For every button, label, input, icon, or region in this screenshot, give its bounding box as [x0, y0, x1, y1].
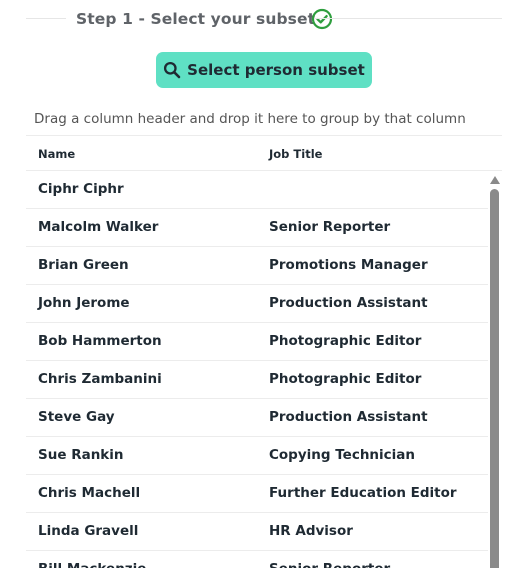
table-row[interactable]: Sue Rankin Copying Technician [26, 437, 488, 475]
table-row[interactable]: Ciphr Ciphr [26, 171, 488, 209]
cell-name: Ciphr Ciphr [38, 181, 124, 197]
cell-job-title: Photographic Editor [269, 333, 422, 349]
cell-name: Linda Gravell [38, 523, 139, 539]
column-header-job-title[interactable]: Job Title [269, 147, 322, 161]
cell-job-title: Promotions Manager [269, 257, 428, 273]
cell-name: Steve Gay [38, 409, 115, 425]
table-row[interactable]: Malcolm Walker Senior Reporter [26, 209, 488, 247]
table-row[interactable]: John Jerome Production Assistant [26, 285, 488, 323]
step-header: Step 1 - Select your subset [26, 0, 502, 42]
person-grid: Name Job Title Ciphr Ciphr Malcolm Walker… [26, 137, 502, 568]
column-header-name[interactable]: Name [38, 147, 75, 161]
grid-header: Name Job Title [26, 137, 502, 171]
cell-name: Sue Rankin [38, 447, 124, 463]
cell-job-title: Photographic Editor [269, 371, 422, 387]
table-row[interactable]: Bob Hammerton Photographic Editor [26, 323, 488, 361]
cell-name: Malcolm Walker [38, 219, 159, 235]
cell-name: Chris Zambanini [38, 371, 162, 387]
cell-job-title: Further Education Editor [269, 485, 457, 501]
cell-job-title: Production Assistant [269, 409, 428, 425]
check-circle-icon [311, 8, 333, 30]
divider [314, 18, 502, 19]
cell-job-title: HR Advisor [269, 523, 353, 539]
cell-job-title: Senior Reporter [269, 219, 391, 235]
select-button-label: Select person subset [187, 61, 365, 79]
table-row[interactable]: Steve Gay Production Assistant [26, 399, 488, 437]
table-row[interactable]: Chris Zambanini Photographic Editor [26, 361, 488, 399]
scrollbar-thumb[interactable] [490, 189, 499, 568]
table-row[interactable]: Bill Mackenzie Senior Reporter [26, 551, 488, 568]
table-row[interactable]: Linda Gravell HR Advisor [26, 513, 488, 551]
group-by-drop-zone[interactable]: Drag a column header and drop it here to… [26, 103, 502, 136]
cell-name: Chris Machell [38, 485, 141, 501]
scroll-up-arrow-icon[interactable] [489, 175, 501, 185]
cell-job-title: Production Assistant [269, 295, 428, 311]
table-row[interactable]: Brian Green Promotions Manager [26, 247, 488, 285]
grid-rows: Ciphr Ciphr Malcolm Walker Senior Reporter… [26, 171, 488, 568]
cell-name: John Jerome [38, 295, 130, 311]
search-icon [164, 61, 181, 79]
cell-name: Bill Mackenzie [38, 561, 146, 568]
cell-job-title: Senior Reporter [269, 561, 390, 568]
divider [26, 18, 66, 19]
cell-job-title: Copying Technician [269, 447, 416, 463]
cell-name: Bob Hammerton [38, 333, 162, 349]
step-title: Step 1 - Select your subset [76, 10, 316, 28]
cell-name: Brian Green [38, 257, 129, 273]
table-row[interactable]: Chris Machell Further Education Editor [26, 475, 488, 513]
select-person-subset-button[interactable]: Select person subset [156, 52, 372, 88]
